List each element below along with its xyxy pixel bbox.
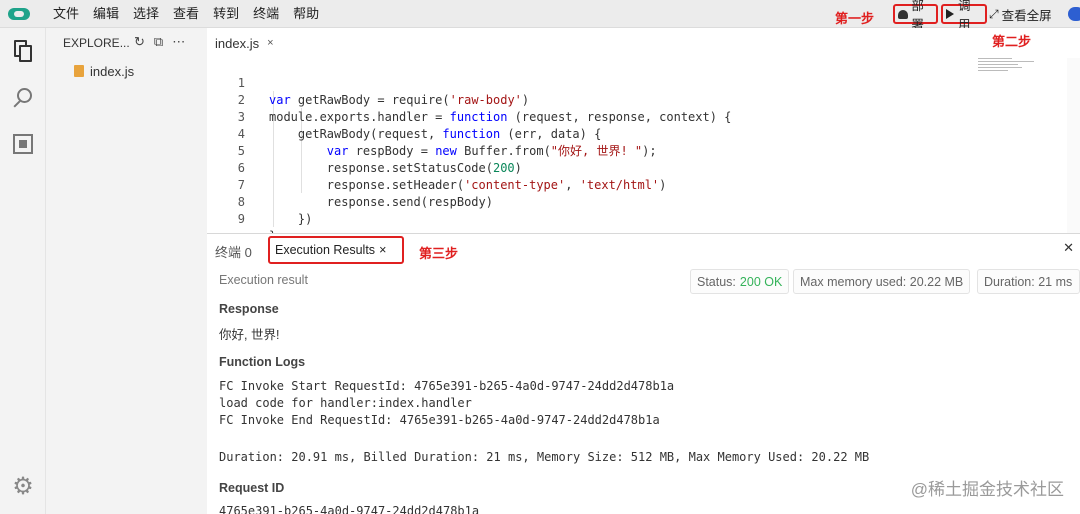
panel-close-icon[interactable]: ✕: [1063, 240, 1074, 256]
log-line: Duration: 20.91 ms, Billed Duration: 21 …: [219, 450, 870, 464]
menu-terminal[interactable]: 终端: [246, 0, 286, 28]
tab-label: Execution Results: [275, 243, 376, 257]
tab-execution-results[interactable]: Execution Results ×: [268, 236, 404, 264]
code-line: 2 module.exports.handler = function (req…: [207, 75, 977, 124]
annotation-step-2: 第二步: [992, 34, 1032, 49]
status-value: 200 OK: [739, 274, 783, 289]
fullscreen-label: 查看全屏: [1001, 8, 1052, 23]
status-label: Status:: [697, 274, 736, 289]
bottom-panel: 终端 0 Execution Results × ✕ Execution res…: [207, 233, 1080, 514]
explorer-title: EXPLORE...: [63, 36, 130, 50]
duration-text: Duration: 21 ms: [984, 274, 1073, 289]
minimap[interactable]: [978, 58, 1038, 78]
code-line: 9 };: [207, 194, 977, 243]
execution-result-title: Execution result: [219, 273, 308, 287]
tab-strip: [277, 28, 977, 58]
duration-badge: Duration: 21 ms: [977, 269, 1080, 294]
play-icon: [946, 9, 954, 19]
files-icon[interactable]: [11, 40, 35, 64]
file-label: index.js: [90, 63, 135, 79]
watermark: @稀土掘金技术社区: [910, 480, 1064, 499]
code-line: 5 response.setStatusCode(200): [207, 126, 977, 175]
close-icon[interactable]: ×: [379, 243, 386, 257]
editor-scrollbar[interactable]: [1067, 58, 1080, 234]
menu-go[interactable]: 转到: [206, 0, 246, 28]
js-file-icon: [74, 65, 84, 77]
fullscreen-button[interactable]: ⤢ 查看全屏: [989, 0, 1052, 28]
code-line: 1 var getRawBody = require('raw-body'): [207, 58, 977, 107]
function-logs-heading: Function Logs: [219, 355, 306, 369]
expand-icon: ⤢: [989, 6, 999, 21]
tab-index-js[interactable]: index.js ×: [207, 28, 277, 58]
activity-bar: ⚙: [0, 28, 46, 514]
search-icon[interactable]: [11, 86, 35, 110]
code-text: }): [269, 212, 313, 226]
code-line: 3 getRawBody(request, function (err, dat…: [207, 92, 977, 141]
annotation-step-1: 第一步: [835, 11, 875, 26]
main-menu: 文件 编辑 选择 查看 转到 终端 帮助: [46, 0, 326, 28]
app-logo: [8, 7, 30, 20]
tab-label: index.js: [215, 35, 260, 51]
menu-help[interactable]: 帮助: [286, 0, 326, 28]
collapse-all-icon[interactable]: ⧉: [154, 34, 163, 50]
code-editor[interactable]: 1 var getRawBody = require('raw-body') 2…: [207, 57, 977, 243]
log-line: load code for handler:index.handler: [219, 396, 472, 410]
gear-icon[interactable]: ⚙: [11, 475, 35, 499]
deploy-button[interactable]: 部署: [893, 0, 938, 32]
request-id-heading: Request ID: [219, 481, 285, 495]
request-id-value: 4765e391-b265-4a0d-9747-24dd2d478b1a: [219, 504, 480, 514]
code-line: 6 response.setHeader('content-type', 'te…: [207, 143, 977, 192]
tab-terminal[interactable]: 终端 0: [215, 242, 252, 261]
code-line: 4 var respBody = new Buffer.from("你好, 世界…: [207, 109, 977, 158]
refresh-icon[interactable]: ↻: [134, 34, 145, 50]
menu-file[interactable]: 文件: [46, 0, 86, 28]
close-icon[interactable]: ×: [267, 37, 273, 49]
invoke-button[interactable]: 调用: [941, 0, 987, 32]
file-item-index-js[interactable]: index.js: [46, 60, 207, 82]
annotation-step-3: 第三步: [419, 246, 459, 261]
explorer-tools: ↻ ⧉ ⋯: [134, 34, 185, 50]
avatar[interactable]: [1068, 7, 1080, 21]
log-line: FC Invoke Start RequestId: 4765e391-b265…: [219, 379, 675, 393]
log-line: FC Invoke End RequestId: 4765e391-b265-4…: [219, 413, 660, 427]
explorer-sidebar: EXPLORE... ↻ ⧉ ⋯ index.js: [46, 28, 207, 514]
menu-edit[interactable]: 编辑: [86, 0, 126, 28]
menu-view[interactable]: 查看: [166, 0, 206, 28]
memory-text: Max memory used: 20.22 MB: [800, 274, 964, 289]
response-body: 你好, 世界!: [219, 328, 280, 342]
code-line: 7 response.send(respBody): [207, 160, 977, 209]
response-heading: Response: [219, 302, 279, 316]
line-number: 9: [237, 212, 245, 226]
extensions-icon[interactable]: [11, 132, 35, 156]
status-badge: Status: 200 OK: [690, 269, 790, 294]
memory-badge: Max memory used: 20.22 MB: [793, 269, 971, 294]
menu-selection[interactable]: 选择: [126, 0, 166, 28]
more-icon[interactable]: ⋯: [172, 34, 185, 50]
code-line: 8 }): [207, 177, 977, 226]
cloud-upload-icon: [898, 9, 909, 19]
